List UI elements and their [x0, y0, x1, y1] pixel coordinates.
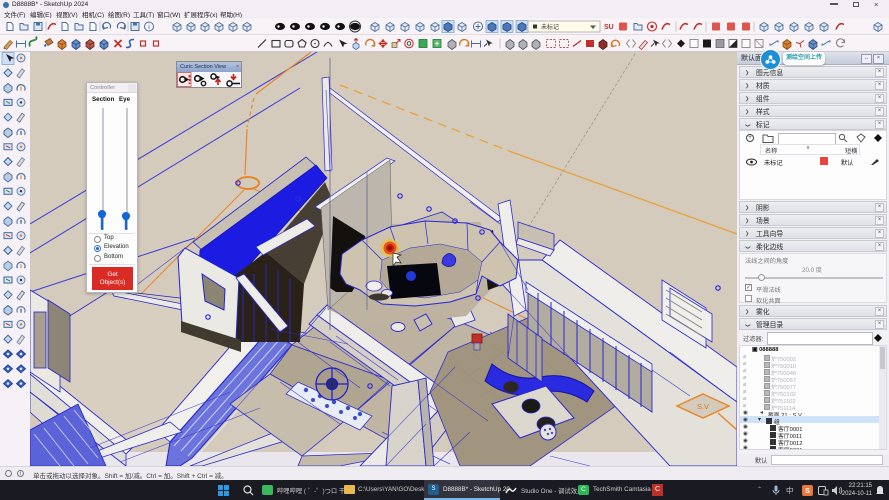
svg-text:i: i: [148, 24, 150, 31]
svg-text:S.V: S.V: [697, 402, 709, 411]
svg-text:SU: SU: [604, 24, 614, 31]
svg-text:未标记: 未标记: [541, 23, 559, 31]
